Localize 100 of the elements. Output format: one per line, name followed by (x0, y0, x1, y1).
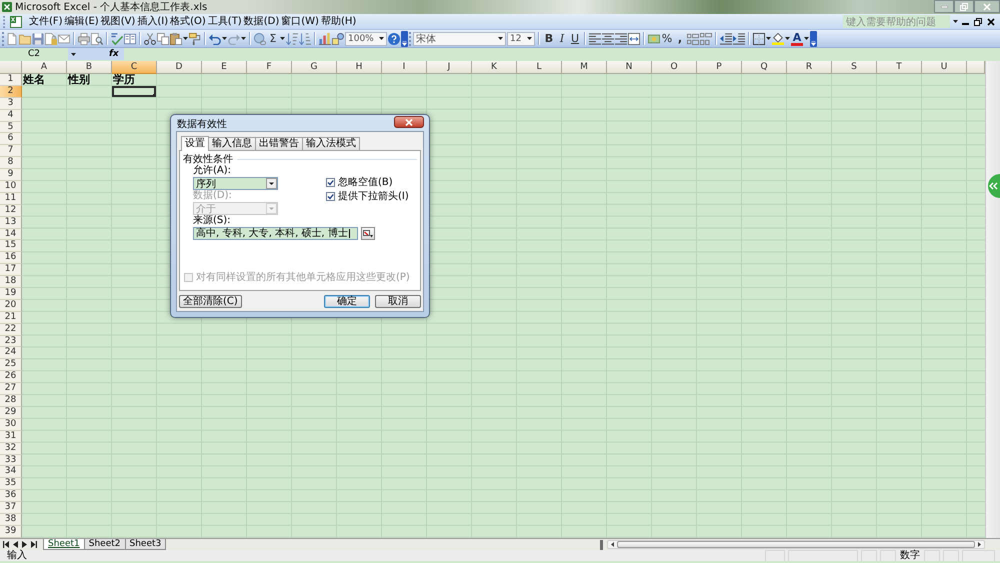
font-combo[interactable]: 宋体 (413, 32, 506, 46)
column-header[interactable]: K (472, 61, 517, 74)
sort-descending-icon[interactable] (299, 32, 311, 44)
row-header[interactable]: 26 (0, 371, 22, 384)
row-header[interactable]: 13 (0, 216, 22, 229)
column-header[interactable]: D (157, 61, 202, 74)
menu-item[interactable]: 编辑(E) (64, 14, 100, 28)
menu-item[interactable]: 帮助(H) (320, 14, 358, 28)
dropdown[interactable]: 序列 (193, 177, 278, 190)
sort-ascending-icon[interactable] (286, 32, 298, 44)
vertical-scrollbar[interactable] (985, 61, 1000, 538)
close-button[interactable] (394, 116, 424, 128)
dialog-tab[interactable]: 输入信息 (208, 137, 256, 150)
spell-check-icon[interactable] (111, 32, 123, 44)
row-header[interactable]: 3 (0, 98, 22, 110)
row-header[interactable]: 33 (0, 454, 22, 466)
dialog-button[interactable]: 确定 (324, 295, 370, 308)
bar-chart-icon[interactable] (319, 32, 331, 44)
column-header[interactable]: B (67, 61, 112, 74)
dialog-button[interactable]: 取消 (375, 295, 421, 308)
formula-field[interactable] (124, 48, 1000, 60)
italic-button[interactable]: I (556, 32, 568, 46)
toolbar-options-icon[interactable] (401, 30, 408, 46)
dialog-tab[interactable]: 出错警告 (255, 137, 303, 150)
caret-icon[interactable] (766, 37, 771, 40)
row-header[interactable]: 16 (0, 252, 22, 264)
fill-color-icon[interactable] (772, 32, 784, 44)
caret-icon[interactable] (222, 37, 227, 40)
column-header[interactable]: E (202, 61, 247, 74)
globe-link-icon[interactable] (254, 32, 266, 44)
comma-style-button[interactable]: , (674, 32, 686, 46)
row-header[interactable]: 38 (0, 514, 22, 526)
scroll-left-icon[interactable] (611, 542, 614, 547)
decrease-indent-icon[interactable] (720, 32, 732, 44)
column-header[interactable]: J (427, 61, 472, 74)
column-header[interactable]: F (247, 61, 292, 74)
row-header[interactable]: 15 (0, 240, 22, 252)
underline-button[interactable]: U (569, 32, 581, 46)
spreadsheet-icon[interactable] (10, 16, 22, 28)
toolbar-grip-icon[interactable] (3, 16, 6, 28)
row-header[interactable]: 20 (0, 300, 22, 312)
row-header[interactable]: 14 (0, 228, 22, 240)
menu-item[interactable]: 插入(I) (136, 14, 170, 28)
menu-item[interactable]: 视图(V) (100, 14, 136, 28)
align-right-icon[interactable] (615, 32, 627, 44)
row-header[interactable]: 28 (0, 395, 22, 407)
toolbar-grip-icon[interactable] (409, 32, 412, 46)
row-header[interactable]: 27 (0, 383, 22, 396)
menu-item[interactable]: 工具(T) (206, 14, 243, 28)
column-header[interactable]: R (787, 61, 832, 74)
row-header[interactable]: 32 (0, 442, 22, 454)
row-header[interactable]: 17 (0, 264, 22, 276)
autosum-button[interactable]: Σ (267, 32, 279, 46)
toolbar-grip-icon[interactable] (2, 32, 5, 46)
column-header[interactable]: I (382, 61, 427, 74)
restore-button[interactable] (954, 0, 974, 13)
column-header[interactable]: P (697, 61, 742, 74)
caret-icon[interactable] (379, 37, 384, 40)
column-header[interactable]: O (652, 61, 697, 74)
caret-icon[interactable] (183, 37, 188, 40)
blank-page-icon[interactable] (6, 32, 18, 44)
row-header[interactable]: 19 (0, 288, 22, 300)
menu-item[interactable]: 数据(D) (242, 14, 280, 28)
bold-button[interactable]: B (543, 32, 555, 46)
row-header[interactable]: 6 (0, 133, 22, 146)
double-chevron-icon[interactable] (987, 174, 1000, 198)
row-header[interactable]: 36 (0, 490, 22, 502)
sheet-tab[interactable]: Sheet1 (43, 539, 85, 550)
row-header[interactable]: 31 (0, 430, 22, 443)
column-header[interactable]: H (337, 61, 382, 74)
column-header[interactable]: G (292, 61, 337, 74)
horizontal-scrollbar[interactable] (607, 540, 985, 549)
row-header[interactable]: 18 (0, 276, 22, 288)
row-header[interactable]: 7 (0, 145, 22, 158)
caret-icon[interactable] (498, 37, 503, 40)
row-header[interactable]: 8 (0, 157, 22, 170)
caret-icon[interactable] (785, 37, 790, 40)
caret-icon[interactable] (527, 37, 532, 40)
caret-icon[interactable] (804, 37, 809, 40)
row-header[interactable]: 22 (0, 324, 22, 336)
column-header[interactable]: N (607, 61, 652, 74)
increase-indent-icon[interactable] (733, 32, 745, 44)
page-lock-icon[interactable] (45, 32, 57, 44)
row-header[interactable]: 1 (0, 74, 22, 86)
checkbox[interactable] (326, 192, 335, 201)
row-header[interactable]: 23 (0, 336, 22, 348)
column-header[interactable]: C (112, 61, 157, 74)
sheet-tab[interactable]: Sheet2 (84, 539, 126, 550)
page-magnifier-icon[interactable] (91, 32, 103, 44)
undo-icon[interactable] (209, 32, 221, 44)
scroll-right-icon[interactable] (978, 542, 981, 547)
close-icon[interactable] (987, 18, 995, 26)
scroll-next-icon[interactable] (22, 541, 27, 548)
caret-icon[interactable] (71, 52, 76, 56)
borders-icon[interactable] (753, 32, 765, 44)
row-header[interactable]: 21 (0, 312, 22, 324)
row-header[interactable]: 12 (0, 204, 22, 217)
clipboard-icon[interactable] (170, 32, 182, 44)
scroll-last-icon[interactable] (31, 541, 37, 548)
source-field[interactable]: 高中, 专科, 大专, 本科, 硕士, 博士 (193, 227, 358, 240)
